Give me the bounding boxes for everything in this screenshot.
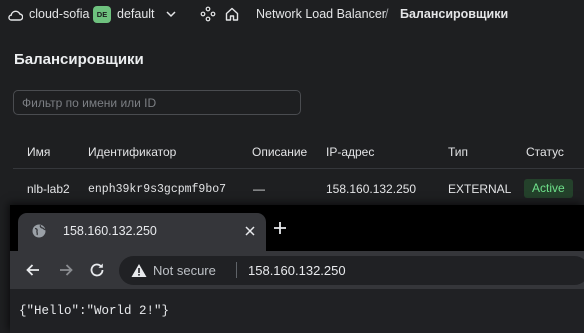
column-header-id[interactable]: Идентификатор: [88, 145, 176, 159]
cell-id: enph39kr9s3gcpmf9bo7: [88, 183, 227, 196]
home-icon[interactable]: [224, 6, 240, 22]
cloud-icon: [8, 10, 23, 21]
breadcrumb-service[interactable]: Network Load Balancer: [256, 7, 386, 21]
browser-window: 158.160.132.250 Not secure 158.160.132.2…: [10, 205, 584, 333]
console-header: cloud-sofia DE default Network Load Bala…: [0, 0, 584, 30]
column-header-name[interactable]: Имя: [27, 145, 50, 159]
plus-icon[interactable]: [272, 220, 288, 236]
status-badge: Active: [524, 179, 573, 198]
chevron-down-icon[interactable]: [165, 8, 177, 20]
url-text[interactable]: 158.160.132.250: [248, 263, 346, 278]
arrow-left-icon[interactable]: [24, 261, 42, 279]
breadcrumb-current: Балансировщики: [400, 7, 509, 21]
column-header-ip[interactable]: IP-адрес: [326, 145, 374, 159]
services-icon[interactable]: [200, 6, 216, 22]
cell-type: EXTERNAL: [448, 182, 512, 196]
browser-tab[interactable]: 158.160.132.250: [18, 213, 266, 251]
column-header-description[interactable]: Описание: [252, 145, 307, 159]
page-content: {"Hello":"World 2!"}: [10, 289, 584, 333]
tab-strip: 158.160.132.250: [10, 205, 584, 251]
table-divider: [13, 168, 584, 169]
folder-badge: DE: [93, 6, 111, 23]
column-header-type[interactable]: Тип: [448, 145, 468, 159]
address-bar[interactable]: Not secure 158.160.132.250: [119, 256, 584, 285]
omnibox-divider: [236, 262, 237, 278]
arrow-right-icon[interactable]: [57, 261, 75, 279]
warning-icon[interactable]: [131, 263, 147, 278]
breadcrumb-separator: /: [385, 7, 389, 21]
tab-title: 158.160.132.250: [63, 224, 157, 238]
cell-description: —: [253, 182, 265, 196]
filter-input[interactable]: [13, 90, 301, 115]
folder-selector[interactable]: default: [117, 7, 155, 21]
reload-icon[interactable]: [88, 261, 106, 279]
cloud-selector[interactable]: cloud-sofia: [29, 7, 89, 21]
cell-name[interactable]: nlb-lab2: [27, 182, 70, 196]
column-header-status[interactable]: Статус: [526, 145, 564, 159]
browser-toolbar: Not secure 158.160.132.250: [10, 251, 584, 289]
cell-ip: 158.160.132.250: [326, 182, 417, 196]
response-body: {"Hello":"World 2!"}: [19, 304, 170, 318]
security-label[interactable]: Not secure: [153, 263, 216, 278]
page-title: Балансировщики: [14, 51, 144, 68]
globe-icon: [32, 224, 46, 238]
close-icon[interactable]: [244, 225, 256, 237]
